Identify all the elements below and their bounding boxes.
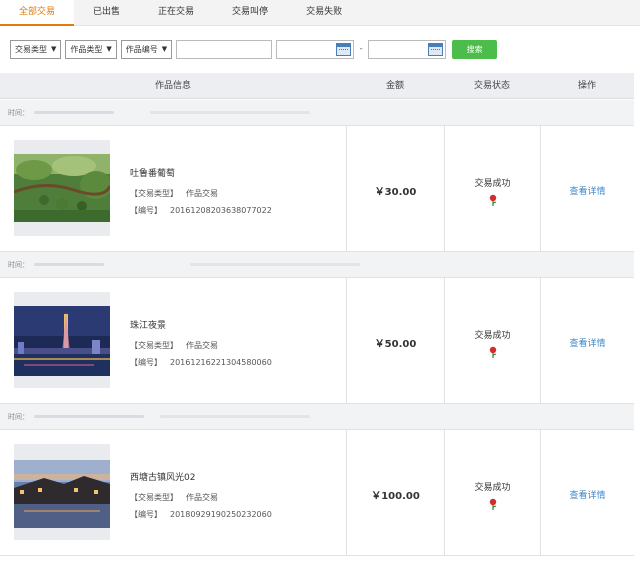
type-key: 【交易类型】 <box>130 341 178 350</box>
redacted-text <box>34 263 104 266</box>
id-value: 20180929190250232060 <box>170 510 272 519</box>
amount-cell: ￥50.00 <box>346 278 444 403</box>
id-key: 【编号】 <box>130 358 162 367</box>
time-bar: 时间： <box>0 252 634 278</box>
work-thumbnail[interactable] <box>14 444 110 540</box>
keyword-input[interactable] <box>176 39 273 59</box>
type-value: 作品交易 <box>186 493 218 502</box>
trade-type-select[interactable]: 交易类型 ▼ <box>10 39 62 59</box>
work-info-cell: 西塘古镇风光02 【交易类型】 作品交易 【编号】 2018092919025023… <box>0 430 346 555</box>
time-label: 时间： <box>8 109 29 117</box>
work-info: 珠江夜景 【交易类型】 作品交易 【编号】 20161216221304580060 <box>130 318 272 374</box>
type-key: 【交易类型】 <box>130 493 178 502</box>
status-text: 交易成功 <box>474 331 511 341</box>
work-type-select[interactable]: 作品类型 ▼ <box>65 39 117 59</box>
work-id-line: 【编号】 20161216221304580060 <box>130 357 272 368</box>
work-id-label: 作品编号 <box>125 44 158 54</box>
rose-icon <box>489 346 497 358</box>
table-header: 作品信息 金额 交易状态 操作 <box>0 73 634 99</box>
filter-bar: 交易类型 ▼ 作品类型 ▼ 作品编号 ▼ - 搜索 <box>10 39 498 59</box>
tab-in-progress[interactable]: 正在交易 <box>139 0 213 26</box>
work-type-line: 【交易类型】 作品交易 <box>130 340 272 351</box>
status-text: 交易成功 <box>474 179 511 189</box>
work-info-cell: 珠江夜景 【交易类型】 作品交易 【编号】 20161216221304580060 <box>0 278 346 403</box>
status-text: 交易成功 <box>474 483 511 493</box>
amount-value: ￥30.00 <box>374 187 417 198</box>
action-cell: 查看详情 <box>540 126 634 251</box>
grapes-image <box>14 154 110 222</box>
time-label: 时间： <box>8 413 29 421</box>
type-value: 作品交易 <box>186 189 218 198</box>
status-cell: 交易成功 <box>444 430 540 555</box>
view-details-link[interactable]: 查看详情 <box>541 184 634 197</box>
tab-sold[interactable]: 已出售 <box>74 0 139 26</box>
id-value: 20161208203638077022 <box>170 206 272 215</box>
work-info-cell: 吐鲁番葡萄 【交易类型】 作品交易 【编号】 2016120820363807702… <box>0 126 346 251</box>
tab-all-trades[interactable]: 全部交易 <box>0 0 75 26</box>
work-id-line: 【编号】 20180929190250232060 <box>130 509 272 520</box>
date-separator: - <box>359 44 363 54</box>
work-title: 吐鲁番葡萄 <box>130 169 176 179</box>
table-row: 珠江夜景 【交易类型】 作品交易 【编号】 20161216221304580060… <box>0 278 634 404</box>
work-thumbnail[interactable] <box>14 292 110 388</box>
tab-bar: 全部交易 已出售 正在交易 交易叫停 交易失败 <box>0 0 640 26</box>
id-value: 20161216221304580060 <box>170 358 272 367</box>
work-type-line: 【交易类型】 作品交易 <box>130 492 272 503</box>
amount-cell: ￥30.00 <box>346 126 444 251</box>
rose-icon <box>489 498 497 510</box>
time-bar: 时间： <box>0 100 634 126</box>
work-info: 吐鲁番葡萄 【交易类型】 作品交易 【编号】 2016120820363807702… <box>130 166 272 222</box>
dropdown-arrow-icon: ▼ <box>161 44 168 53</box>
search-button[interactable]: 搜索 <box>452 39 498 59</box>
dropdown-arrow-icon: ▼ <box>51 44 57 53</box>
work-thumbnail[interactable] <box>14 140 110 236</box>
redacted-text <box>190 263 360 266</box>
table-row: 西塘古镇风光02 【交易类型】 作品交易 【编号】 2018092919025023… <box>0 430 634 556</box>
type-value: 作品交易 <box>186 341 218 350</box>
type-key: 【交易类型】 <box>130 189 178 198</box>
work-info: 西塘古镇风光02 【交易类型】 作品交易 【编号】 2018092919025023… <box>130 470 272 526</box>
header-work-info: 作品信息 <box>154 81 191 91</box>
work-title: 珠江夜景 <box>130 321 167 331</box>
work-title: 西塘古镇风光02 <box>130 473 196 483</box>
dropdown-arrow-icon: ▼ <box>106 44 112 53</box>
rose-icon <box>489 194 497 206</box>
action-cell: 查看详情 <box>540 278 634 403</box>
id-key: 【编号】 <box>130 510 162 519</box>
amount-value: ￥100.00 <box>371 491 420 502</box>
action-cell: 查看详情 <box>540 430 634 555</box>
trade-type-label: 交易类型 <box>15 44 47 54</box>
redacted-text <box>150 111 310 114</box>
view-details-link[interactable]: 查看详情 <box>541 336 634 349</box>
table-row: 吐鲁番葡萄 【交易类型】 作品交易 【编号】 2016120820363807702… <box>0 126 634 252</box>
redacted-text <box>34 415 144 418</box>
header-status: 交易状态 <box>473 81 510 91</box>
night-city-image <box>14 306 110 376</box>
work-type-line: 【交易类型】 作品交易 <box>130 188 272 199</box>
view-details-link[interactable]: 查看详情 <box>541 488 634 501</box>
redacted-text <box>34 111 114 114</box>
time-label: 时间： <box>8 261 29 269</box>
tab-failed[interactable]: 交易失败 <box>287 0 361 26</box>
status-cell: 交易成功 <box>444 278 540 403</box>
work-id-select[interactable]: 作品编号 ▼ <box>120 39 173 59</box>
amount-value: ￥50.00 <box>374 339 417 350</box>
time-bar: 时间： <box>0 404 634 430</box>
redacted-text <box>160 415 310 418</box>
calendar-icon[interactable] <box>428 42 444 56</box>
water-town-image <box>14 460 110 528</box>
work-id-line: 【编号】 20161208203638077022 <box>130 205 272 216</box>
header-amount: 金额 <box>385 81 404 91</box>
calendar-icon[interactable] <box>336 42 352 56</box>
tab-halted[interactable]: 交易叫停 <box>213 0 287 26</box>
work-type-label: 作品类型 <box>70 44 103 54</box>
end-date-input[interactable] <box>368 39 447 59</box>
amount-cell: ￥100.00 <box>346 430 444 555</box>
id-key: 【编号】 <box>130 206 162 215</box>
start-date-input[interactable] <box>276 39 355 59</box>
status-cell: 交易成功 <box>444 126 540 251</box>
header-action: 操作 <box>577 81 596 91</box>
